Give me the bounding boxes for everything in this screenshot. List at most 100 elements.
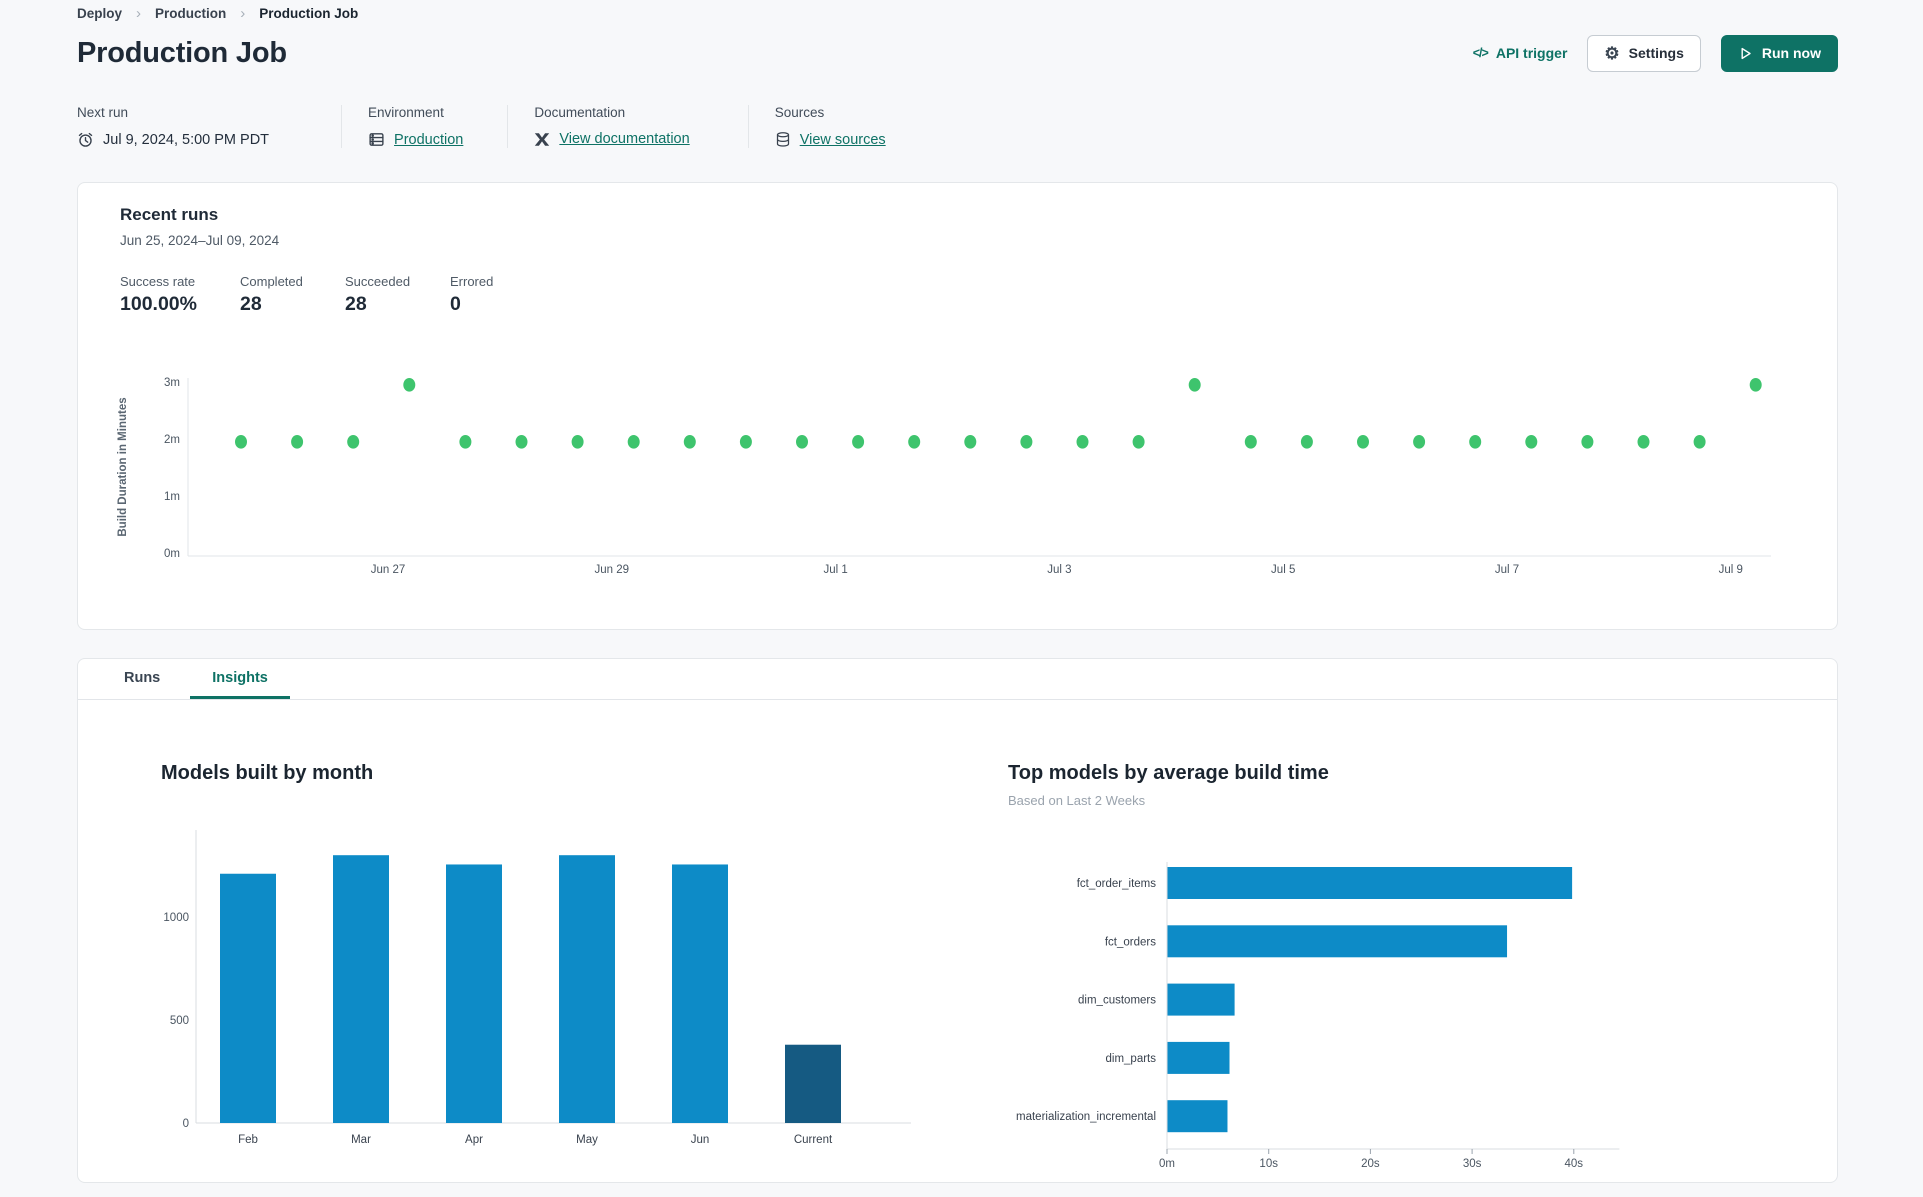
- api-trigger-link[interactable]: </> API trigger: [1473, 45, 1568, 61]
- hbar-category-label: dim_parts: [1106, 1053, 1157, 1065]
- bar-x-category-label: Feb: [238, 1134, 258, 1146]
- bar-x-category-label: May: [576, 1134, 598, 1146]
- stat-label: Errored: [450, 274, 494, 289]
- scatter-point[interactable]: [1693, 435, 1706, 449]
- dbt-docs-icon: [534, 132, 550, 147]
- stat-value: 0: [450, 293, 461, 315]
- scatter-point[interactable]: [347, 435, 360, 449]
- hbar-category-label: fct_orders: [1105, 936, 1156, 948]
- page-root: Deploy › Production › Production Job Pro…: [77, 0, 1838, 1183]
- tab-bar: Runs Insights: [78, 659, 1837, 700]
- scatter-point[interactable]: [235, 435, 247, 449]
- documentation-label: Documentation: [534, 105, 626, 120]
- breadcrumb-production-job: Production Job: [259, 6, 359, 21]
- scatter-point[interactable]: [1413, 435, 1426, 449]
- build-duration-scatter-chart[interactable]: 0m 1m 2m 3m Build Duration in Minutes Jun 27 J…: [96, 366, 1796, 581]
- header-actions: </> API trigger ⚙ Settings Run now: [1473, 34, 1838, 72]
- info-sources: Sources View sources: [747, 105, 930, 148]
- stat-success-rate: Success rate 100.00%: [120, 274, 240, 316]
- bar-x-category-label: Jun: [691, 1134, 710, 1146]
- bar-Feb[interactable]: [220, 873, 276, 1123]
- scatter-point[interactable]: [571, 435, 584, 449]
- scatter-x-tick-label: Jun 29: [595, 564, 630, 576]
- top-models-hbar-chart[interactable]: fct_order_items fct_orders dim_customersdi…: [1008, 858, 1668, 1178]
- breadcrumb-production[interactable]: Production: [155, 6, 226, 21]
- scatter-point[interactable]: [627, 435, 640, 449]
- environment-link[interactable]: Production: [394, 132, 463, 148]
- scatter-point[interactable]: [1076, 435, 1089, 449]
- stat-label: Success rate: [120, 274, 196, 289]
- scatter-x-tick-label: Jul 1: [823, 564, 847, 576]
- hbar-x-tick-label: 40s: [1565, 1158, 1584, 1170]
- scatter-y-tick-label: 3m: [164, 377, 180, 389]
- settings-button[interactable]: ⚙ Settings: [1587, 34, 1701, 72]
- job-info-bar: Next run Jul 9, 2024, 5:00 PM PDT Enviro…: [77, 105, 1838, 148]
- bar-x-category-label: Apr: [465, 1134, 483, 1146]
- scatter-point[interactable]: [1300, 435, 1313, 449]
- stat-succeeded: Succeeded 28: [345, 274, 450, 316]
- info-next-run: Next run Jul 9, 2024, 5:00 PM PDT: [77, 105, 341, 148]
- hbar-dim_parts[interactable]: [1167, 1041, 1230, 1074]
- stat-label: Succeeded: [345, 274, 411, 289]
- hbar-fct_order_items[interactable]: [1167, 867, 1573, 899]
- hbar-dim_customers[interactable]: [1167, 983, 1235, 1016]
- models-built-bar-chart[interactable]: 0 500 1000 Feb Mar Apr May Jun Current: [161, 828, 921, 1158]
- code-icon: </>: [1472, 46, 1489, 60]
- scatter-point[interactable]: [403, 378, 416, 392]
- hbar-x-tick-label: 10s: [1259, 1158, 1278, 1170]
- tab-runs[interactable]: Runs: [102, 659, 182, 699]
- scatter-point[interactable]: [1469, 435, 1482, 449]
- breadcrumb-deploy[interactable]: Deploy: [77, 6, 122, 21]
- bar-Jun[interactable]: [672, 864, 728, 1123]
- tab-insights[interactable]: Insights: [190, 659, 290, 699]
- scatter-point[interactable]: [1244, 435, 1257, 449]
- scatter-point[interactable]: [1525, 435, 1538, 449]
- sources-label: Sources: [774, 105, 825, 120]
- bar-May[interactable]: [559, 855, 615, 1123]
- page-header: Production Job </> API trigger ⚙ Setting…: [77, 31, 1838, 75]
- models-built-chart-block: Models built by month 0 500 1000 Feb Mar Apr M…: [161, 762, 991, 1178]
- next-run-label: Next run: [77, 105, 129, 120]
- scatter-point[interactable]: [1581, 435, 1594, 449]
- view-sources-link[interactable]: View sources: [800, 132, 886, 148]
- scatter-point[interactable]: [1749, 378, 1762, 392]
- scatter-y-axis-title: Build Duration in Minutes: [117, 397, 129, 536]
- models-built-chart-title: Models built by month: [161, 762, 374, 784]
- hbar-x-tick-label: 0m: [1159, 1158, 1175, 1170]
- scatter-point[interactable]: [739, 435, 752, 449]
- scatter-point[interactable]: [291, 435, 304, 449]
- scatter-point[interactable]: [1132, 435, 1145, 449]
- scatter-x-tick-label: Jun 27: [371, 564, 406, 576]
- api-trigger-label: API trigger: [1495, 45, 1568, 61]
- bar-Apr[interactable]: [446, 864, 502, 1123]
- bar-Current[interactable]: [785, 1044, 841, 1123]
- hbar-x-tick-label: 20s: [1361, 1158, 1380, 1170]
- scatter-point[interactable]: [683, 435, 696, 449]
- bar-Mar[interactable]: [333, 855, 389, 1123]
- scatter-y-tick-label: 2m: [164, 434, 180, 446]
- hbar-fct_orders[interactable]: [1167, 925, 1508, 958]
- scatter-point[interactable]: [964, 435, 977, 449]
- scatter-point[interactable]: [1637, 435, 1650, 449]
- scatter-point[interactable]: [908, 435, 921, 449]
- scatter-point[interactable]: [796, 435, 808, 449]
- scatter-point[interactable]: [515, 435, 528, 449]
- scatter-point[interactable]: [459, 435, 472, 449]
- view-documentation-link[interactable]: View documentation: [559, 131, 689, 147]
- scatter-y-tick-label: 0m: [164, 548, 180, 560]
- scatter-point[interactable]: [1357, 435, 1369, 449]
- scatter-point[interactable]: [852, 435, 865, 449]
- page-title: Production Job: [77, 36, 287, 69]
- bar-y-tick-label: 1000: [163, 912, 189, 924]
- hbar-materialization_incremental[interactable]: [1167, 1100, 1228, 1133]
- run-now-button[interactable]: Run now: [1720, 34, 1838, 72]
- scatter-point[interactable]: [1188, 378, 1201, 392]
- recent-runs-card: Recent runs Jun 25, 2024–Jul 09, 2024 Su…: [77, 182, 1838, 630]
- top-models-chart-subtitle: Based on Last 2 Weeks: [1008, 793, 1146, 808]
- scatter-point[interactable]: [1020, 435, 1033, 449]
- environment-label: Environment: [368, 105, 444, 120]
- scatter-y-tick-label: 1m: [164, 491, 180, 503]
- next-run-value: Jul 9, 2024, 5:00 PM PDT: [103, 131, 270, 148]
- info-environment: Environment Production: [341, 105, 507, 148]
- hbar-category-label: materialization_incremental: [1016, 1111, 1156, 1123]
